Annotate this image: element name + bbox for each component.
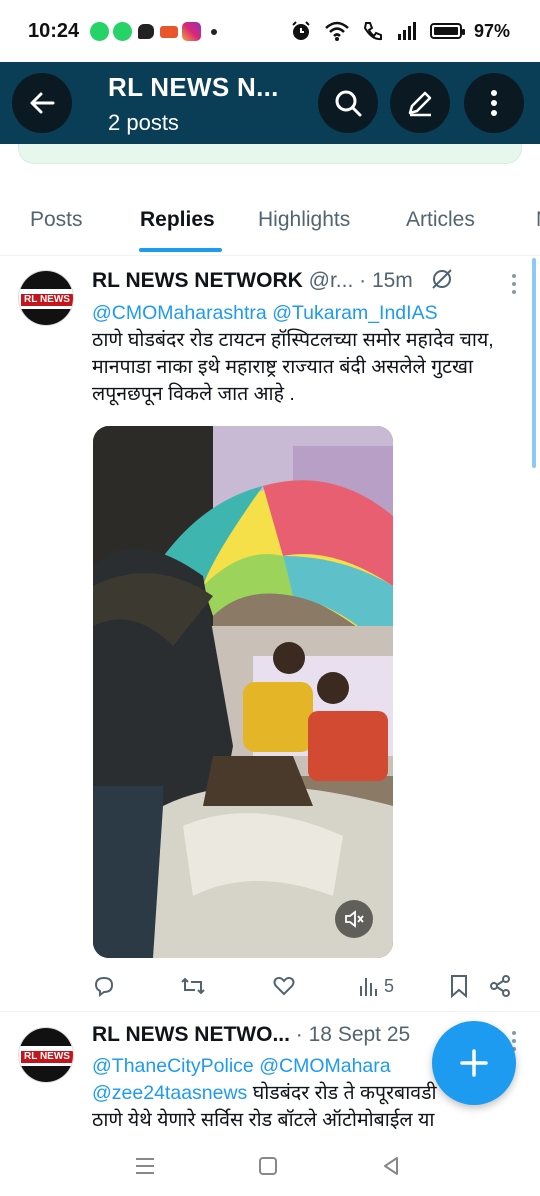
tab-articles[interactable]: Articles [406, 208, 475, 232]
home-button[interactable] [253, 1151, 283, 1181]
heart-icon [273, 976, 295, 996]
video-thumbnail [93, 426, 393, 958]
status-time: 10:24 [28, 20, 80, 42]
signal-icon [397, 22, 416, 40]
post-count: 2 posts [108, 110, 179, 135]
mention-link[interactable]: @Tukaram_IndIAS [272, 302, 437, 324]
notification-icons [90, 22, 217, 41]
recent-apps-button[interactable] [130, 1151, 160, 1181]
post-text: @CMOMaharashtra @Tukaram_IndIAS ठाणे घोड… [92, 300, 524, 408]
post-time: 18 Sept 25 [308, 1023, 411, 1046]
status-bar: 10:24 97% [0, 0, 540, 62]
back-arrow-icon [30, 92, 55, 114]
search-button[interactable] [318, 73, 378, 133]
author-handle[interactable]: @r... [309, 269, 354, 292]
post-header: RL NEWS NETWORK @r... · 15m [92, 266, 455, 293]
bookmark-button[interactable] [448, 972, 470, 1000]
edit-button[interactable] [390, 73, 450, 133]
compose-button[interactable] [432, 1021, 516, 1105]
home-square-icon [259, 1157, 277, 1175]
post-body-continued: ठाणे येथे येणारे सर्विस रोड बॉटले ऑटोमोब… [92, 1109, 435, 1131]
system-nav-bar [0, 1136, 540, 1196]
avatar[interactable]: RL NEWS [18, 270, 74, 326]
like-button[interactable] [272, 972, 296, 1000]
views-button[interactable]: 5 [358, 972, 394, 1000]
mention-link[interactable]: @CMOMahara [259, 1055, 390, 1077]
author-name[interactable]: RL NEWS NETWO... [92, 1023, 290, 1046]
repost-icon [181, 977, 205, 995]
post-header: RL NEWS NETWO... · 18 Sept 25 [92, 1023, 411, 1046]
post-item[interactable]: RL NEWS RL NEWS NETWORK @r... · 15m @CMO… [0, 256, 540, 1012]
battery-icon [429, 23, 465, 39]
post-more-button[interactable] [512, 274, 516, 294]
call-icon [363, 22, 382, 41]
back-button[interactable] [12, 73, 72, 133]
active-tab-indicator [139, 248, 222, 252]
profile-header: RL NEWS N... 2 posts [0, 62, 540, 144]
post-actions: 5 [92, 972, 522, 1002]
alarm-icon [292, 21, 310, 40]
plus-icon [460, 1049, 488, 1077]
repost-button[interactable] [180, 972, 206, 1000]
avatar[interactable]: RL NEWS [18, 1027, 74, 1083]
menu-icon [136, 1158, 154, 1174]
bookmark-icon [451, 975, 467, 998]
instagram-icon [182, 22, 201, 41]
mention-link[interactable]: @ThaneCityPolice [92, 1055, 254, 1077]
post-body: घोडबंदर रोड ते कपूरबावडी [252, 1082, 437, 1104]
whatsapp-icon [113, 22, 132, 41]
battery-percent: 97% [473, 20, 510, 41]
tab-media[interactable]: M [536, 208, 540, 232]
profile-tabs: Posts Replies Highlights Articles M [0, 186, 540, 256]
avatar-logo: RL NEWS [21, 1051, 73, 1063]
tab-highlights[interactable]: Highlights [258, 208, 350, 232]
share-button[interactable] [488, 972, 512, 1000]
page-title: RL NEWS N... [108, 72, 279, 102]
post-time: 15m [371, 269, 413, 292]
mention-link[interactable]: @zee24taasnews [92, 1082, 247, 1104]
wifi-icon [325, 21, 349, 41]
more-options-button[interactable] [464, 73, 524, 133]
view-count: 5 [384, 975, 395, 996]
chat-icon [138, 24, 154, 39]
more-vertical-icon [491, 90, 497, 116]
share-icon [490, 975, 510, 997]
author-name[interactable]: RL NEWS NETWORK [92, 269, 303, 292]
mention-link[interactable]: @CMOMaharashtra [92, 302, 267, 324]
views-icon [360, 978, 377, 996]
reply-button[interactable] [92, 972, 116, 1000]
back-triangle-icon [384, 1157, 398, 1175]
banner-strip [18, 144, 522, 164]
mute-button[interactable] [335, 900, 373, 938]
post-body: ठाणे घोडबंदर रोड टायटन हॉस्पिटलच्या समोर… [92, 329, 494, 405]
tab-replies[interactable]: Replies [140, 208, 215, 232]
grok-icon[interactable] [429, 266, 455, 292]
pencil-icon [408, 91, 432, 117]
volume-muted-icon [345, 910, 364, 928]
game-icon [160, 25, 178, 38]
avatar-logo: RL NEWS [21, 294, 73, 306]
system-icons: 97% [290, 20, 510, 42]
search-icon [335, 90, 362, 117]
post-video[interactable] [93, 426, 393, 958]
reply-icon [94, 976, 114, 997]
whatsapp-icon [90, 22, 109, 41]
dot-icon [211, 28, 217, 35]
tab-posts[interactable]: Posts [30, 208, 83, 232]
back-nav-button[interactable] [376, 1151, 406, 1181]
